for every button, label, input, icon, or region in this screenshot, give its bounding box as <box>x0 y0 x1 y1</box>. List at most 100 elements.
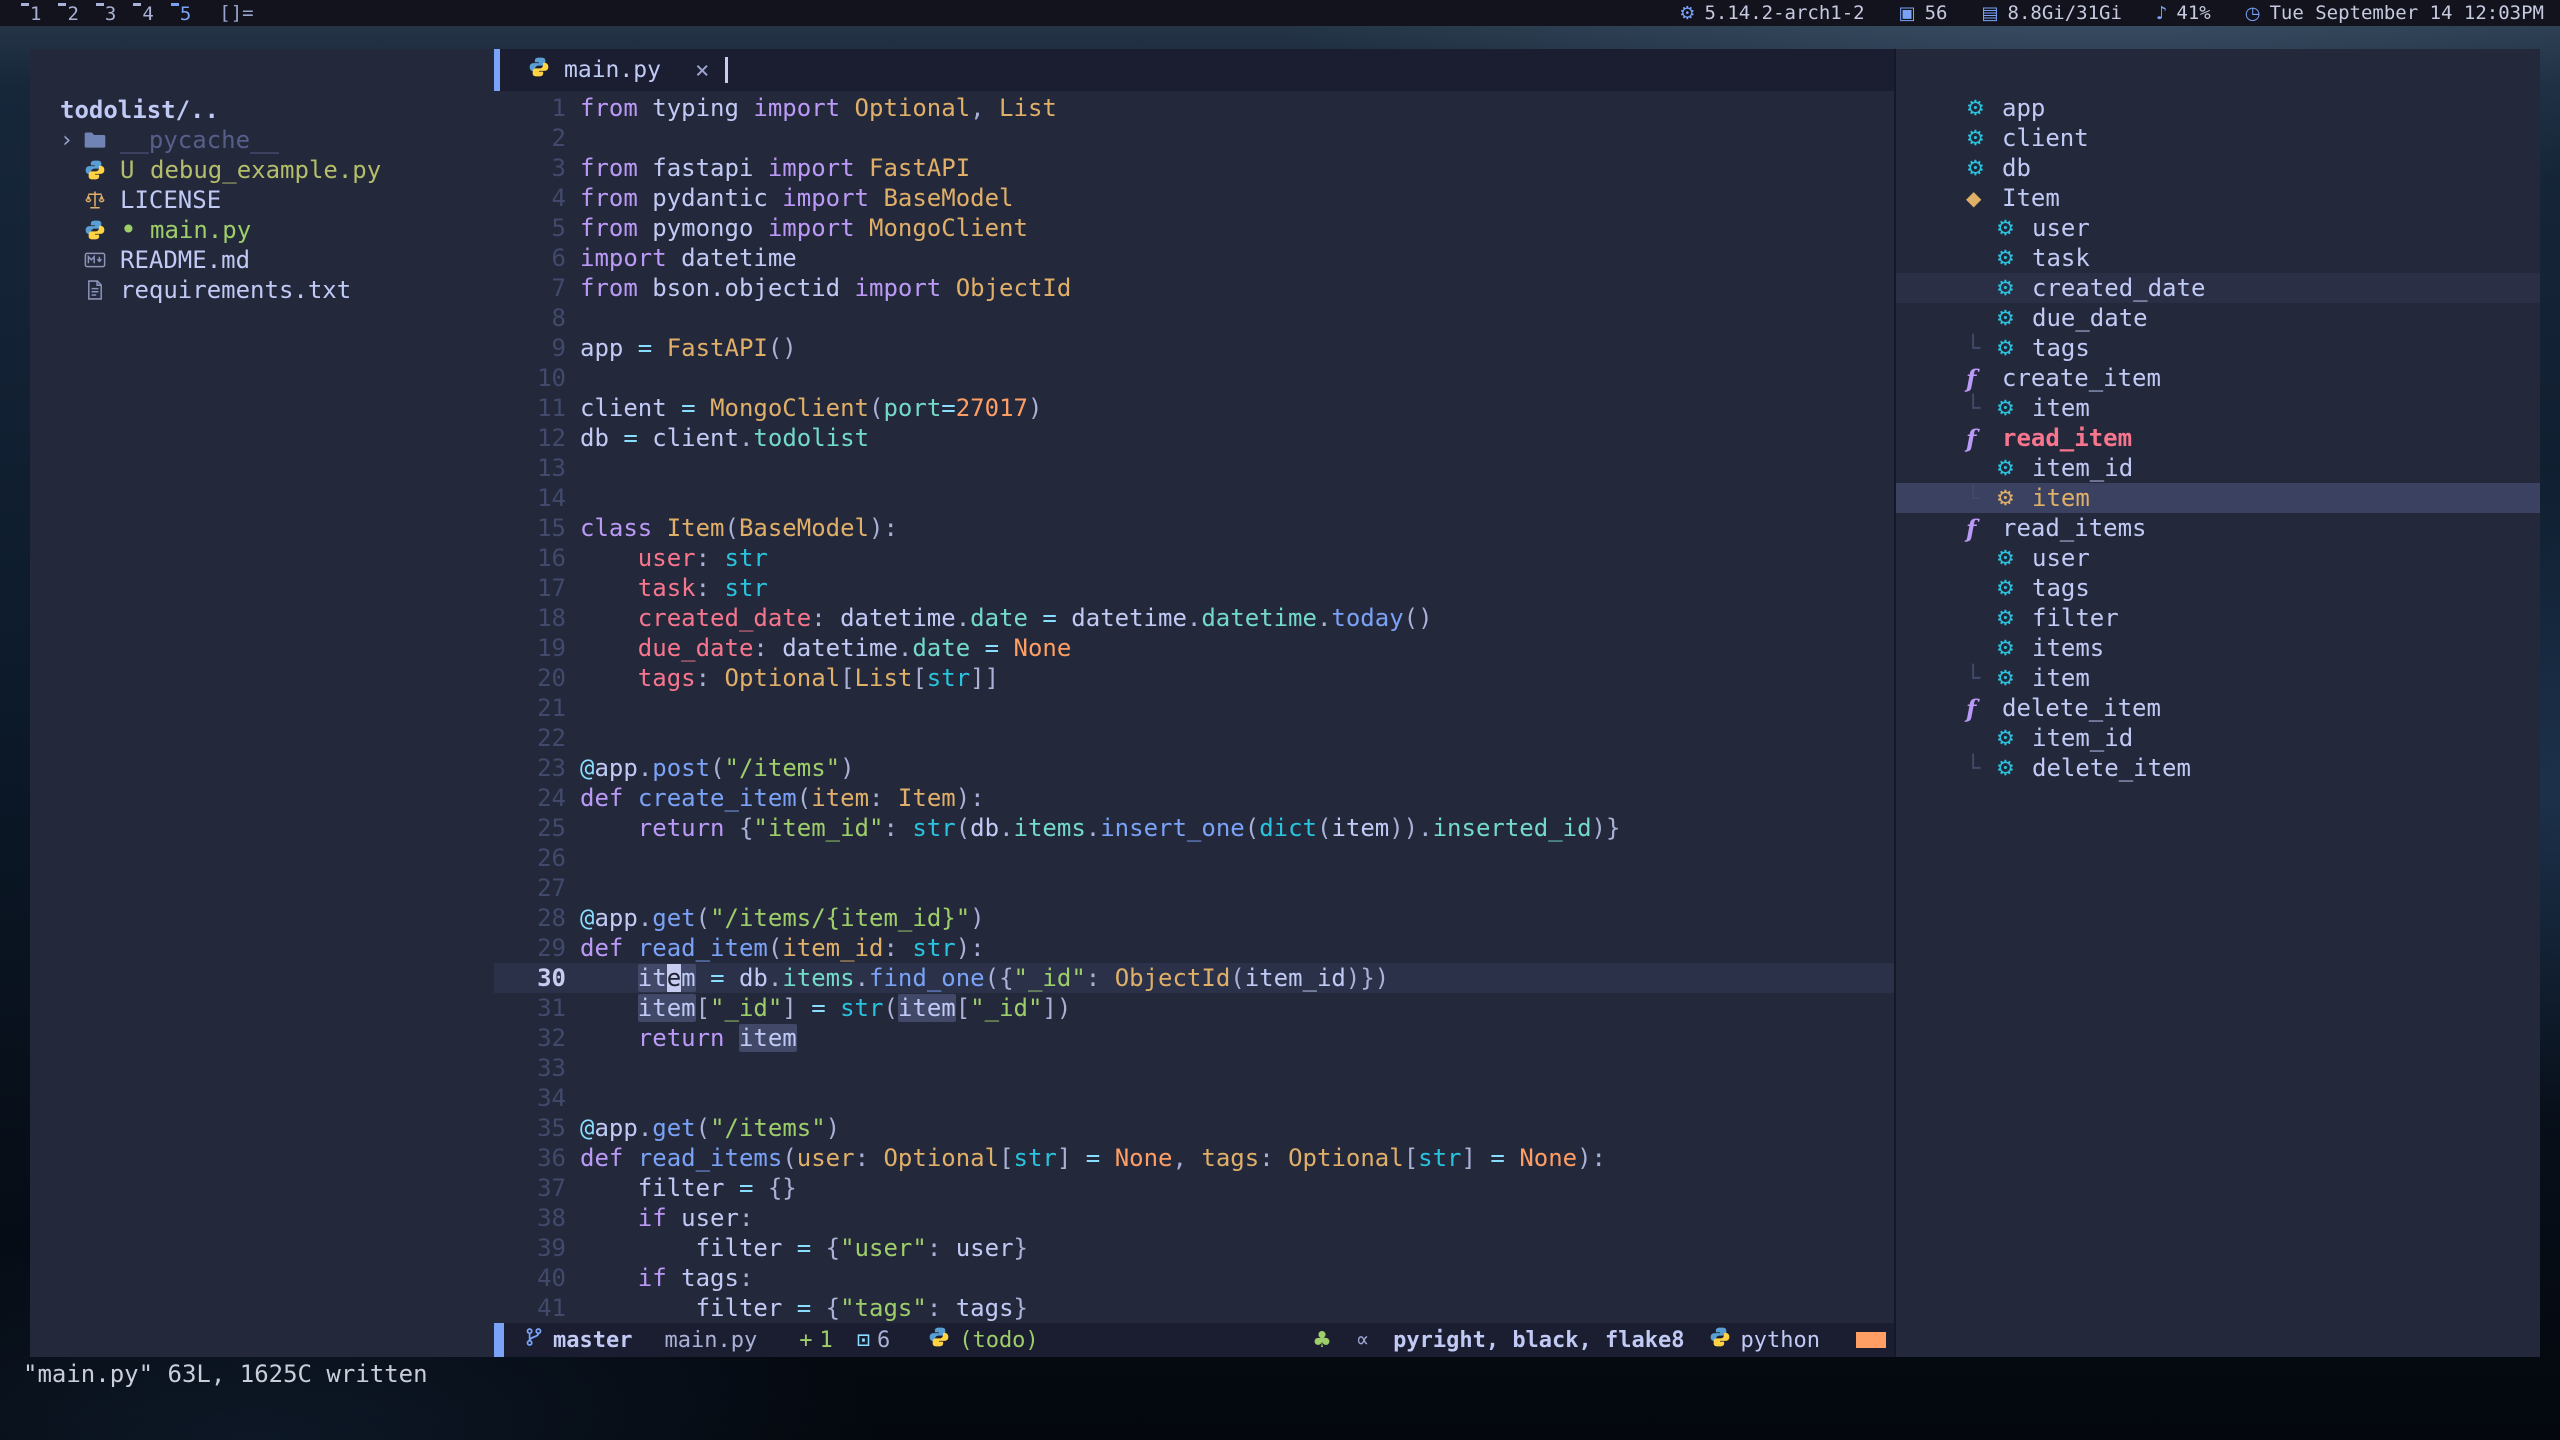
code-line-30[interactable]: 30 item = db.items.find_one({"_id": Obje… <box>494 963 1894 993</box>
code-line-33[interactable]: 33 <box>494 1053 1894 1083</box>
outline-symbol-task[interactable]: ⚙task <box>1896 243 2540 273</box>
code-line-23[interactable]: 23@app.post("/items") <box>494 753 1894 783</box>
code-line-32[interactable]: 32 return item <box>494 1023 1894 1053</box>
clock-icon: ◷ <box>2245 3 2261 24</box>
code-area[interactable]: 1from typing import Optional, List23from… <box>494 91 1894 1323</box>
code-line-20[interactable]: 20 tags: Optional[List[str]] <box>494 663 1894 693</box>
code-line-18[interactable]: 18 created_date: datetime.date = datetim… <box>494 603 1894 633</box>
file-name: main.py <box>150 216 251 244</box>
tree-item-__pycache__[interactable]: ›__pycache__ <box>30 125 494 155</box>
workspace-tag-5[interactable]: 5 <box>166 1 203 25</box>
code-line-13[interactable]: 13 <box>494 453 1894 483</box>
terminal-cursor <box>725 57 728 83</box>
outline-symbol-read_items[interactable]: fread_items <box>1896 513 2540 543</box>
statusline-right: ♣ ∝ pyright, black, flake8 python <box>1312 1326 1894 1354</box>
tree-item-main.py[interactable]: •main.py <box>30 215 494 245</box>
outline-symbol-item[interactable]: └⚙item <box>1896 663 2540 693</box>
line-number: 26 <box>494 843 566 873</box>
outline-symbol-create_item[interactable]: fcreate_item <box>1896 363 2540 393</box>
code-line-40[interactable]: 40 if tags: <box>494 1263 1894 1293</box>
code-line-25[interactable]: 25 return {"item_id": str(db.items.inser… <box>494 813 1894 843</box>
variable-icon: ⚙ <box>1996 246 2032 270</box>
square-dot-icon: ⊡ <box>857 1328 870 1353</box>
workspace-tag-1[interactable]: 1 <box>16 1 53 25</box>
outline-symbol-due_date[interactable]: ⚙due_date <box>1896 303 2540 333</box>
code-line-5[interactable]: 5from pymongo import MongoClient <box>494 213 1894 243</box>
outline-symbol-item_id[interactable]: ⚙item_id <box>1896 723 2540 753</box>
outline-symbol-user[interactable]: ⚙user <box>1896 543 2540 573</box>
code-line-19[interactable]: 19 due_date: datetime.date = None <box>494 633 1894 663</box>
outline-symbol-app[interactable]: ⚙app <box>1896 93 2540 123</box>
code-text: def create_item(item: Item): <box>566 783 985 813</box>
code-line-29[interactable]: 29def read_item(item_id: str): <box>494 933 1894 963</box>
code-line-41[interactable]: 41 filter = {"tags": tags} <box>494 1293 1894 1323</box>
outline-symbol-filter[interactable]: ⚙filter <box>1896 603 2540 633</box>
outline-symbol-created_date[interactable]: ⚙created_date <box>1896 273 2540 303</box>
code-line-31[interactable]: 31 item["_id"] = str(item["_id"]) <box>494 993 1894 1023</box>
branch-name: master <box>553 1328 632 1353</box>
code-line-22[interactable]: 22 <box>494 723 1894 753</box>
symbol-label: filter <box>2032 604 2119 632</box>
git-branch[interactable]: master <box>524 1327 632 1353</box>
code-line-3[interactable]: 3from fastapi import FastAPI <box>494 153 1894 183</box>
symbol-label: created_date <box>2032 274 2205 302</box>
tree-item-debug_example.py[interactable]: Udebug_example.py <box>30 155 494 185</box>
tree-item-README.md[interactable]: README.md <box>30 245 494 275</box>
code-line-27[interactable]: 27 <box>494 873 1894 903</box>
code-line-7[interactable]: 7from bson.objectid import ObjectId <box>494 273 1894 303</box>
code-line-15[interactable]: 15class Item(BaseModel): <box>494 513 1894 543</box>
outline-symbol-items[interactable]: ⚙items <box>1896 633 2540 663</box>
outline-symbol-delete_item[interactable]: fdelete_item <box>1896 693 2540 723</box>
code-line-24[interactable]: 24def create_item(item: Item): <box>494 783 1894 813</box>
code-line-21[interactable]: 21 <box>494 693 1894 723</box>
editor-pane: main.py × 1from typing import Optional, … <box>494 49 1896 1357</box>
outline-symbol-item[interactable]: └⚙item <box>1896 483 2540 513</box>
code-line-6[interactable]: 6import datetime <box>494 243 1894 273</box>
code-line-34[interactable]: 34 <box>494 1083 1894 1113</box>
license-icon <box>84 189 120 211</box>
outline-symbol-db[interactable]: ⚙db <box>1896 153 2540 183</box>
tree-item-requirements.txt[interactable]: requirements.txt <box>30 275 494 305</box>
code-line-10[interactable]: 10 <box>494 363 1894 393</box>
workspace-tag-3[interactable]: 3 <box>91 1 128 25</box>
variable-icon: ⚙ <box>1996 216 2032 240</box>
tree-root-folder[interactable]: todolist/.. <box>30 95 494 125</box>
code-line-16[interactable]: 16 user: str <box>494 543 1894 573</box>
outline-symbol-item[interactable]: └⚙item <box>1896 393 2540 423</box>
code-line-8[interactable]: 8 <box>494 303 1894 333</box>
outline-symbol-delete_item[interactable]: └⚙delete_item <box>1896 753 2540 783</box>
variable-icon: ⚙ <box>1996 636 2032 660</box>
outline-symbol-Item[interactable]: ◆Item <box>1896 183 2540 213</box>
tab-main-py[interactable]: main.py × <box>528 56 709 84</box>
outline-symbol-tags[interactable]: └⚙tags <box>1896 333 2540 363</box>
tab-close-icon[interactable]: × <box>695 56 709 84</box>
workspace-tag-2[interactable]: 2 <box>53 1 90 25</box>
code-line-14[interactable]: 14 <box>494 483 1894 513</box>
code-line-9[interactable]: 9app = FastAPI() <box>494 333 1894 363</box>
code-line-35[interactable]: 35@app.get("/items") <box>494 1113 1894 1143</box>
outline-symbol-read_item[interactable]: fread_item <box>1896 423 2540 453</box>
layout-indicator[interactable]: []= <box>219 2 253 24</box>
code-line-4[interactable]: 4from pydantic import BaseModel <box>494 183 1894 213</box>
code-line-39[interactable]: 39 filter = {"user": user} <box>494 1233 1894 1263</box>
workspace-tag-4[interactable]: 4 <box>128 1 165 25</box>
code-line-37[interactable]: 37 filter = {} <box>494 1173 1894 1203</box>
outline-symbol-client[interactable]: ⚙client <box>1896 123 2540 153</box>
outline-symbol-item_id[interactable]: ⚙item_id <box>1896 453 2540 483</box>
code-line-36[interactable]: 36def read_items(user: Optional[str] = N… <box>494 1143 1894 1173</box>
code-line-2[interactable]: 2 <box>494 123 1894 153</box>
code-line-11[interactable]: 11client = MongoClient(port=27017) <box>494 393 1894 423</box>
code-line-12[interactable]: 12db = client.todolist <box>494 423 1894 453</box>
code-line-38[interactable]: 38 if user: <box>494 1203 1894 1233</box>
linter-list: pyright, black, flake8 <box>1393 1328 1684 1353</box>
line-number: 19 <box>494 633 566 663</box>
code-text: if tags: <box>566 1263 753 1293</box>
code-line-28[interactable]: 28@app.get("/items/{item_id}") <box>494 903 1894 933</box>
tree-item-LICENSE[interactable]: LICENSE <box>30 185 494 215</box>
outline-symbol-user[interactable]: ⚙user <box>1896 213 2540 243</box>
outline-symbol-tags[interactable]: ⚙tags <box>1896 573 2540 603</box>
code-line-1[interactable]: 1from typing import Optional, List <box>494 93 1894 123</box>
code-line-26[interactable]: 26 <box>494 843 1894 873</box>
code-line-17[interactable]: 17 task: str <box>494 573 1894 603</box>
line-number: 5 <box>494 213 566 243</box>
